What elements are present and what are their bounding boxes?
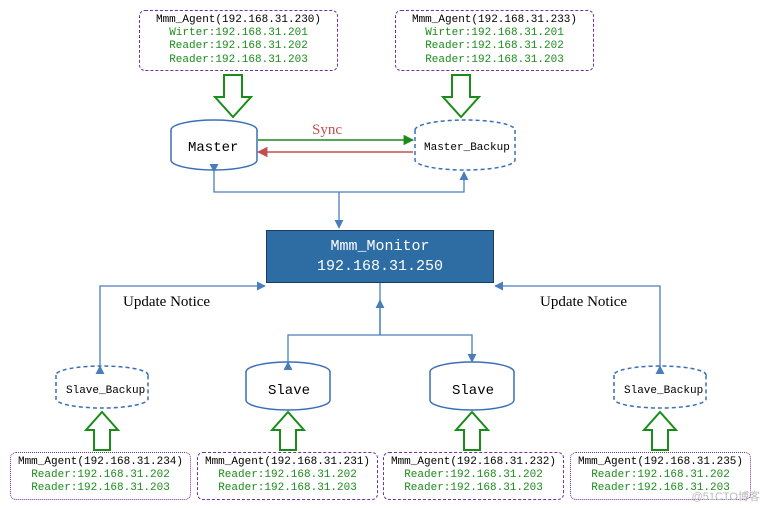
monitor-box: Mmm_Monitor 192.168.31.250 — [266, 230, 494, 283]
monitor-to-slaves — [288, 335, 472, 362]
slave-1-label: Slave — [268, 383, 310, 399]
block-arrow-top-left — [215, 75, 251, 117]
agent-box-bottom-2: Mmm_Agent(192.168.31.232) Reader:192.168… — [383, 452, 564, 500]
update-notice-right: Update Notice — [540, 294, 627, 311]
agent-box-bottom-1: Mmm_Agent(192.168.31.231) Reader:192.168… — [197, 452, 378, 500]
monitor-ip: 192.168.31.250 — [267, 257, 493, 277]
slave-backup-left-label: Slave_Backup — [66, 385, 145, 397]
block-arrow-bottom-2 — [456, 412, 488, 450]
agent-box-master-backup: Mmm_Agent(192.168.31.233) Wirter:192.168… — [395, 10, 594, 71]
master-label: Master — [188, 140, 238, 156]
block-arrow-bottom-0 — [86, 412, 118, 450]
update-notice-left: Update Notice — [123, 294, 210, 311]
agent-title: Mmm_Agent(192.168.31.230) — [146, 14, 331, 27]
block-arrow-bottom-1 — [272, 412, 304, 450]
slave-2-label: Slave — [452, 383, 494, 399]
watermark: @51CTO博客 — [692, 488, 760, 504]
slave-backup-right-label: Slave_Backup — [624, 385, 703, 397]
block-arrow-bottom-3 — [644, 412, 676, 450]
agent-box-bottom-0: Mmm_Agent(192.168.31.234) Reader:192.168… — [10, 452, 191, 500]
master-backup-label: Master_Backup — [424, 142, 510, 154]
masters-link — [214, 172, 464, 192]
agent-box-master: Mmm_Agent(192.168.31.230) Wirter:192.168… — [139, 10, 338, 71]
sync-label: Sync — [312, 122, 342, 139]
monitor-name: Mmm_Monitor — [267, 237, 493, 257]
block-arrow-top-right — [443, 75, 479, 117]
